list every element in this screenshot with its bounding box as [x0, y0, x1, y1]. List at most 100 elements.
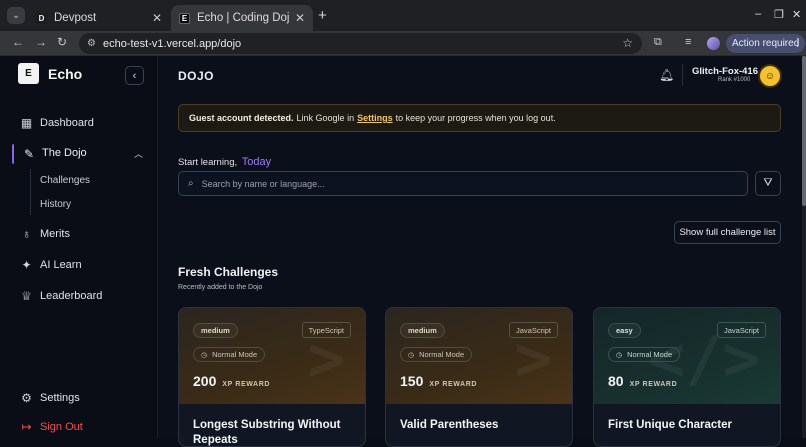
start-learning-label: Start learning, Today — [178, 156, 271, 168]
mode-label: Normal Mode — [627, 350, 673, 359]
sidebar-item-label: Dashboard — [40, 117, 94, 129]
avatar[interactable]: ☺ — [758, 64, 782, 88]
user-name[interactable]: Glitch-Fox-416 — [692, 66, 758, 77]
header-divider — [682, 64, 683, 86]
language-tag: JavaScript — [716, 322, 766, 338]
forward-icon[interactable]: → — [35, 35, 47, 49]
address-bar[interactable]: ⚙ echo-test-v1.vercel.app/dojo ☆ — [79, 33, 642, 54]
tab-search-icon[interactable]: ⌄ — [7, 7, 25, 24]
challenge-card[interactable]: > medium JavaScript ◷ Normal Mode 150 XP R… — [385, 307, 573, 447]
chevron-up-icon[interactable]: ︿ — [134, 147, 143, 160]
sign-out-button[interactable]: ↦ Sign Out — [20, 418, 82, 436]
sidebar-item-label: Leaderboard — [40, 290, 103, 302]
section-subtitle: Recently added to the Dojo — [178, 284, 263, 291]
main-content: DOJO 🔔︎ Glitch-Fox-416 Rank #1000 ☺ Gues… — [159, 56, 802, 447]
mode-badge: ◷ Normal Mode — [608, 347, 681, 362]
xp-label: XP REWARD — [429, 381, 478, 388]
collapse-sidebar-button[interactable]: ‹ — [125, 66, 144, 85]
search-input[interactable] — [201, 178, 722, 189]
bookmark-star-icon[interactable]: ☆ — [622, 36, 633, 50]
challenge-title: Valid Parentheses — [400, 419, 499, 431]
sidebar-item-ai-learn[interactable]: ✦ AI Learn — [20, 256, 82, 274]
gear-icon: ⚙ — [21, 391, 32, 405]
card-header: > medium TypeScript ◷ Normal Mode 200 XP R… — [179, 308, 365, 404]
sidebar-item-the-dojo[interactable]: ✎ The Dojo ︿ — [12, 144, 148, 164]
show-full-list-button[interactable]: Show full challenge list — [674, 221, 781, 244]
settings-link[interactable]: Settings — [357, 113, 393, 123]
clock-icon: ◷ — [616, 351, 623, 359]
mode-badge: ◷ Normal Mode — [400, 347, 473, 362]
difficulty-badge: medium — [193, 323, 238, 338]
profile-avatar-icon[interactable] — [707, 37, 720, 50]
sidebar-item-settings[interactable]: ⚙ Settings — [20, 389, 80, 407]
xp-value: 80 — [608, 373, 624, 389]
browser-tab-bar: ⌄ D Devpost ✕ E Echo | Coding Dojo and C… — [0, 0, 806, 31]
sidebar-subitem-history[interactable]: History — [40, 199, 71, 210]
tab-title: Echo | Coding Dojo and C — [197, 12, 289, 24]
scrollbar-thumb[interactable] — [802, 56, 806, 206]
difficulty-badge: easy — [608, 323, 641, 338]
page-scrollbar[interactable] — [802, 56, 806, 438]
xp-reward: 150 XP REWARD — [400, 373, 477, 389]
sidebar-item-label: AI Learn — [40, 259, 82, 271]
search-bar[interactable]: ⌕ — [178, 171, 748, 196]
tab-devpost[interactable]: D Devpost ✕ — [28, 5, 170, 31]
site-info-icon[interactable]: ⚙ — [87, 38, 96, 49]
restore-icon[interactable]: ❐ — [774, 8, 784, 21]
challenge-card[interactable]: </> easy JavaScript ◷ Normal Mode 80 XP RE… — [593, 307, 781, 447]
extensions-icon[interactable]: ⧉ — [654, 36, 662, 49]
language-tag: JavaScript — [508, 322, 558, 338]
banner-bold-text: Guest account detected. — [189, 113, 294, 123]
search-icon: ⌕ — [188, 178, 194, 189]
reload-icon[interactable]: ↻ — [57, 35, 67, 49]
tab-title: Devpost — [54, 12, 97, 24]
start-learning-text: Start learning, — [178, 157, 238, 168]
sidebar-item-leaderboard[interactable]: ♕ Leaderboard — [20, 287, 102, 305]
browser-menu-icon[interactable]: ⋮ — [792, 36, 803, 49]
mode-badge: ◷ Normal Mode — [193, 347, 266, 362]
banner-text: to keep your progress when you log out. — [395, 113, 556, 123]
close-tab-icon[interactable]: ✕ — [152, 11, 162, 25]
filter-button[interactable]: ⛛ — [755, 171, 781, 196]
sparkles-icon: ✦ — [21, 258, 32, 272]
sidebar-subitem-challenges[interactable]: Challenges — [40, 175, 90, 186]
echo-logo-icon: E — [18, 63, 39, 84]
sidebar-item-label: Merits — [40, 228, 70, 240]
submenu-divider — [30, 169, 31, 215]
mode-label: Normal Mode — [419, 350, 465, 359]
xp-value: 200 — [193, 373, 217, 389]
close-tab-icon[interactable]: ✕ — [295, 11, 305, 25]
xp-reward: 80 XP REWARD — [608, 373, 677, 389]
card-header: > medium JavaScript ◷ Normal Mode 150 XP R… — [386, 308, 572, 404]
sidebar-item-merits[interactable]: ♁ Merits — [20, 225, 70, 243]
sidebar: E Echo ‹ ▦ Dashboard ✎ The Dojo ︿ Challe… — [0, 56, 158, 438]
new-tab-icon[interactable]: + — [318, 7, 327, 24]
guest-warning-banner: Guest account detected. Link Google in S… — [178, 104, 781, 132]
challenge-title: Longest Substring Without Repeats — [193, 419, 341, 446]
challenge-card[interactable]: > medium TypeScript ◷ Normal Mode 200 XP R… — [178, 307, 366, 447]
xp-reward: 200 XP REWARD — [193, 373, 270, 389]
trophy-icon: ♕ — [21, 289, 32, 303]
medal-icon: ♁ — [22, 227, 31, 241]
brush-icon: ✎ — [24, 147, 35, 161]
grid-icon: ▦ — [20, 116, 33, 130]
devpost-favicon-icon: D — [36, 12, 47, 24]
xp-label: XP REWARD — [629, 381, 678, 388]
challenge-title: First Unique Character — [608, 419, 732, 431]
logout-icon: ↦ — [21, 420, 32, 434]
media-controls-icon[interactable]: ≡ — [685, 36, 691, 48]
sidebar-item-label: The Dojo — [42, 147, 87, 159]
minimize-icon[interactable]: – — [755, 8, 761, 20]
app: E Echo ‹ ▦ Dashboard ✎ The Dojo ︿ Challe… — [0, 56, 802, 447]
back-icon[interactable]: ← — [12, 35, 24, 49]
page-title: DOJO — [178, 69, 215, 83]
card-header: </> easy JavaScript ◷ Normal Mode 80 XP RE… — [594, 308, 780, 404]
language-tag: TypeScript — [301, 322, 351, 338]
user-rank: Rank #1000 — [718, 77, 751, 83]
mode-label: Normal Mode — [212, 350, 258, 359]
app-name: Echo — [48, 66, 83, 82]
close-window-icon[interactable]: ✕ — [792, 8, 801, 21]
notifications-bell-icon[interactable]: 🔔︎ — [659, 68, 674, 82]
sidebar-item-dashboard[interactable]: ▦ Dashboard — [20, 114, 94, 132]
tab-echo[interactable]: E Echo | Coding Dojo and C ✕ — [171, 5, 313, 31]
